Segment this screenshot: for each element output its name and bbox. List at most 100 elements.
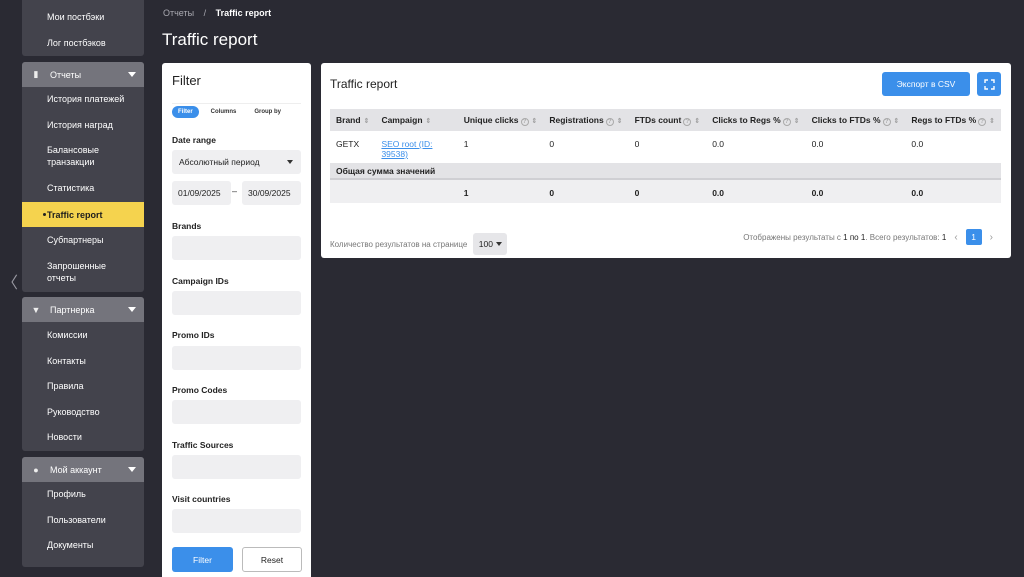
sidebar-item-contacts[interactable]: Контакты	[22, 354, 144, 368]
cell-unique-clicks: 1	[463, 139, 469, 149]
sidebar-item-requested-reports[interactable]: Запрошенные отчеты	[22, 258, 122, 286]
table-row: GETX SEO root (ID: 39538) 1 0 0 0.0 0.0 …	[330, 131, 1001, 163]
per-page-select[interactable]: 100	[473, 233, 508, 255]
summary-unique-clicks: 1	[457, 179, 544, 203]
report-title: Traffic report	[330, 77, 398, 91]
help-icon: ?	[782, 117, 791, 126]
postback-group: Мои постбэки Лог постбэков	[22, 0, 144, 56]
account-group-header[interactable]: ● Мой аккаунт	[22, 457, 144, 482]
sidebar-item-news[interactable]: Новости	[22, 430, 144, 444]
reports-group-header[interactable]: ▮ Отчеты	[22, 62, 144, 87]
col-campaign[interactable]: Campaign ⇕	[375, 109, 458, 131]
col-regs-to-ftds[interactable]: Regs to FTDs %? ⇕	[905, 109, 1001, 131]
export-csv-button[interactable]: Экспорт в CSV	[882, 72, 970, 96]
breadcrumb: Отчеты / Traffic report	[163, 8, 271, 18]
partner-group-header[interactable]: ▼ Партнерка	[22, 297, 144, 322]
dropdown-arrow-icon	[287, 160, 293, 164]
tab-filter[interactable]: Filter	[172, 106, 199, 118]
sidebar-item-rules[interactable]: Правила	[22, 379, 144, 393]
sidebar-item-profile[interactable]: Профиль	[22, 487, 144, 501]
sidebar-item-statistics[interactable]: Статистика	[22, 181, 144, 195]
page-title: Traffic report	[162, 30, 258, 49]
summary-ftds: 0	[628, 179, 707, 203]
campaign-ids-input[interactable]	[172, 291, 301, 315]
sidebar-item-postbacks[interactable]: Мои постбэки	[22, 10, 144, 24]
chevron-down-icon	[128, 467, 136, 472]
sort-icon: ⇕	[989, 117, 995, 125]
summary-empty-brand	[330, 179, 376, 203]
sidebar-item-reward-history[interactable]: История наград	[22, 118, 144, 132]
sidebar-item-payment-history[interactable]: История платежей	[22, 92, 144, 106]
user-icon: ●	[33, 464, 39, 475]
summary-label: Общая сумма значений	[330, 163, 1001, 180]
sidebar-item-guide[interactable]: Руководство	[22, 405, 144, 419]
filter-panel: Filter Filter Columns Group by Date rang…	[162, 63, 311, 577]
sort-icon: ⇕	[531, 117, 538, 125]
col-ftds-count[interactable]: FTDs count? ⇕	[628, 109, 707, 131]
date-mode-select[interactable]: Абсолютный период	[172, 150, 301, 174]
sort-icon: ⇕	[363, 118, 370, 125]
cell-regs-to-ftds: 0.0	[911, 139, 924, 149]
filter-button[interactable]: Filter	[172, 547, 233, 572]
sidebar-item-balance-transactions[interactable]: Балансовые транзакции	[22, 142, 122, 170]
sidebar: Мои постбэки Лог постбэков ▮ Отчеты Исто…	[13, 0, 153, 577]
report-panel: Traffic report Экспорт в CSV Brand ⇕ Camp…	[321, 63, 1011, 258]
traffic-sources-input[interactable]	[172, 455, 301, 479]
col-registrations[interactable]: Registrations? ⇕	[543, 109, 629, 131]
results-range: 1 по 1	[843, 232, 866, 242]
help-icon: ?	[520, 117, 529, 126]
help-icon: ?	[605, 117, 614, 126]
summary-clicks-to-regs: 0.0	[706, 179, 806, 203]
col-brand[interactable]: Brand ⇕	[330, 109, 376, 131]
results-total-label: . Всего результатов:	[865, 232, 940, 242]
help-icon: ?	[882, 117, 891, 126]
chevron-down-icon	[128, 307, 136, 312]
summary-clicks-to-ftds: 0.0	[805, 179, 906, 203]
summary-regs-to-ftds: 0.0	[905, 179, 1001, 203]
tab-group-by[interactable]: Group by	[248, 106, 287, 118]
sidebar-item-users[interactable]: Пользователи	[22, 513, 144, 527]
reset-button[interactable]: Reset	[242, 547, 302, 572]
per-page-control: Количество результатов на странице 100	[330, 233, 508, 255]
cell-clicks-to-ftds: 0.0	[811, 139, 824, 149]
cell-ftds: 0	[634, 139, 640, 149]
campaign-link[interactable]: SEO root (ID: 39538)	[381, 139, 432, 159]
page-button-current[interactable]: 1	[965, 229, 982, 245]
filter-title: Filter	[172, 73, 201, 88]
cell-campaign: SEO root (ID: 39538)	[375, 131, 457, 163]
col-clicks-to-ftds[interactable]: Clicks to FTDs %? ⇕	[805, 109, 906, 131]
sidebar-item-commissions[interactable]: Комиссии	[22, 328, 144, 342]
sidebar-item-subpartners[interactable]: Субпартнеры	[22, 233, 144, 247]
brands-input[interactable]	[172, 236, 301, 260]
cell-brand: GETX	[336, 139, 360, 149]
table-header-row: Brand ⇕ Campaign ⇕ Unique clicks? ⇕ Registr…	[330, 109, 1001, 131]
date-to-input[interactable]: 30/09/2025	[242, 181, 301, 205]
col-unique-clicks[interactable]: Unique clicks? ⇕	[457, 109, 544, 131]
prev-page-icon[interactable]: ‹	[954, 232, 957, 243]
col-clicks-to-regs[interactable]: Clicks to Regs %? ⇕	[706, 109, 806, 131]
pagination: Отображены результаты с 1 по 1 . Всего р…	[743, 229, 1001, 245]
breadcrumb-current: Traffic report	[215, 8, 272, 18]
filter-tabs: Filter Columns Group by	[172, 103, 301, 120]
sidebar-item-postback-log[interactable]: Лог постбэков	[22, 36, 144, 50]
summary-row: 1 0 0 0.0 0.0 0.0	[330, 179, 1001, 203]
next-page-icon[interactable]: ›	[990, 232, 993, 243]
cell-clicks-to-regs: 0.0	[712, 139, 725, 149]
promo-codes-input[interactable]	[172, 400, 301, 424]
funnel-icon: ▼	[31, 304, 41, 315]
date-from-input[interactable]: 01/09/2025	[172, 181, 231, 205]
chevron-down-icon	[128, 72, 136, 77]
breadcrumb-parent[interactable]: Отчеты	[163, 8, 194, 18]
sort-icon: ⇕	[793, 117, 800, 125]
date-range-label: Date range	[172, 135, 216, 145]
dropdown-arrow-icon	[495, 242, 502, 246]
summary-label-row: Общая сумма значений	[330, 163, 1001, 180]
visit-countries-input[interactable]	[172, 509, 301, 533]
sidebar-item-traffic-report[interactable]: Traffic report	[22, 202, 144, 227]
cell-registrations: 0	[549, 139, 555, 149]
fullscreen-button[interactable]	[977, 72, 1001, 96]
date-range-dash: –	[232, 186, 238, 196]
tab-columns[interactable]: Columns	[205, 106, 243, 118]
sidebar-item-documents[interactable]: Документы	[22, 538, 144, 552]
promo-ids-input[interactable]	[172, 346, 301, 370]
